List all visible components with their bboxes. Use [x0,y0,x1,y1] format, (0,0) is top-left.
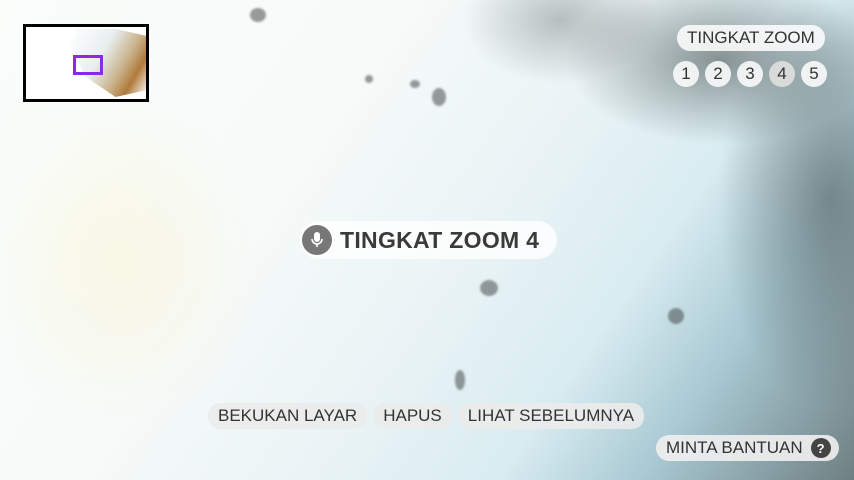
background-speck [410,80,420,88]
zoom-level-4-button[interactable]: 4 [769,61,795,87]
background-speck [250,8,266,22]
question-icon: ? [810,438,831,458]
zoom-level-title: TINGKAT ZOOM [677,25,825,51]
minimap-viewport-indicator[interactable] [73,55,103,75]
background-speck [455,370,465,390]
zoom-minimap[interactable] [23,24,149,102]
background-speck [432,88,446,106]
zoom-level-selector: 1 2 3 4 5 [673,61,827,87]
background-speck [480,280,498,296]
view-previous-button[interactable]: LIHAT SEBELUMNYA [457,403,645,429]
background-speck [365,75,373,83]
action-bar: BEKUKAN LAYAR HAPUS LIHAT SEBELUMNYA [208,403,645,429]
get-help-label: MINTA BANTUAN [666,438,803,457]
microphone-icon [302,225,332,255]
zoom-level-1-button[interactable]: 1 [673,61,699,87]
zoom-status-label: TINGKAT ZOOM 4 [340,226,540,253]
zoom-level-3-button[interactable]: 3 [737,61,763,87]
zoom-level-5-button[interactable]: 5 [801,61,827,87]
delete-button[interactable]: HAPUS [373,403,452,429]
zoom-status-indicator: TINGKAT ZOOM 4 [300,221,558,259]
freeze-screen-button[interactable]: BEKUKAN LAYAR [208,403,368,429]
get-help-button[interactable]: MINTA BANTUAN ? [656,435,839,461]
zoom-level-2-button[interactable]: 2 [705,61,731,87]
background-speck [668,308,684,324]
